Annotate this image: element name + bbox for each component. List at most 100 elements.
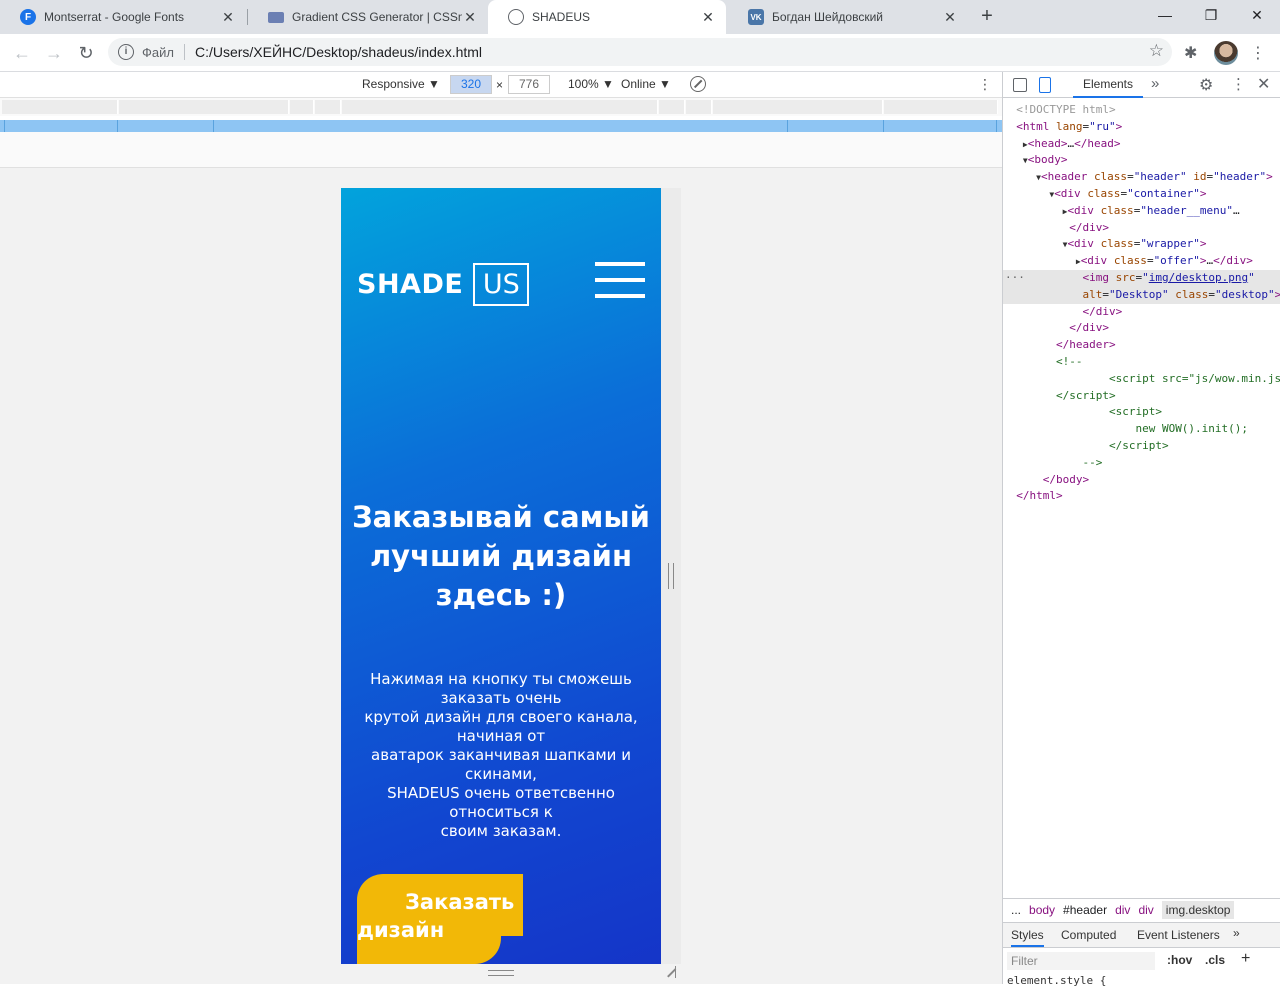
address-bar[interactable]: i Файл C:/Users/ХЕЙНС/Desktop/shadeus/in… <box>108 38 1172 66</box>
hamburger-menu-icon[interactable] <box>595 262 645 298</box>
bookmark-star-icon[interactable]: ☆ <box>1149 41 1164 61</box>
settings-gear-icon[interactable]: ⚙ <box>1199 75 1213 95</box>
forward-arrow-icon[interactable]: → <box>42 41 66 65</box>
tab-event-listeners[interactable]: Event Listeners <box>1137 928 1220 942</box>
tab-title: Gradient CSS Generator | CSSmat <box>292 10 462 24</box>
breadcrumb-item[interactable]: body <box>1029 903 1055 917</box>
google-fonts-icon: F <box>20 9 36 25</box>
chrome-menu-icon[interactable]: ⋮ <box>1250 43 1266 63</box>
dom-node[interactable]: </header> <box>1003 337 1280 354</box>
dom-node-selected[interactable]: ··· <img src="img/desktop.png" <box>1003 269 1280 287</box>
vk-icon: VK <box>748 9 764 25</box>
dom-node[interactable]: ▶<div class="offer">…</div> <box>1003 253 1280 270</box>
dom-node[interactable]: </body> <box>1003 472 1280 489</box>
dom-tree[interactable]: <!DOCTYPE html> <html lang="ru"> ▶<head>… <box>1003 102 1280 505</box>
close-tab-icon[interactable]: ✕ <box>462 9 478 26</box>
close-tab-icon[interactable]: ✕ <box>220 9 236 26</box>
logo-shade-text: SHADE <box>357 269 464 300</box>
description-line: начиная от <box>456 727 546 745</box>
close-devtools-icon[interactable]: ✕ <box>1257 74 1270 94</box>
hover-state-toggle[interactable]: :hov <box>1167 953 1192 967</box>
dom-node[interactable]: </script> <box>1003 388 1280 405</box>
breadcrumb-item-selected[interactable]: img.desktop <box>1161 900 1235 919</box>
mobile-viewport: SHADE US Заказывай самый лучший дизайн з… <box>341 188 661 964</box>
resize-handle-corner[interactable] <box>664 966 676 978</box>
minimize-button[interactable]: — <box>1142 0 1188 30</box>
network-throttle-dropdown[interactable]: Online ▼ <box>621 77 671 91</box>
media-query-highlight-bar[interactable] <box>0 120 1002 132</box>
dom-node[interactable]: <!-- <box>1003 354 1280 371</box>
dom-node[interactable]: ▼<div class="container"> <box>1003 186 1280 203</box>
tab-shadeus[interactable]: SHADEUS ✕ <box>488 0 726 34</box>
dom-node[interactable]: ▼<div class="wrapper"> <box>1003 236 1280 253</box>
devtools-menu-icon[interactable]: ⋮ <box>1231 75 1246 93</box>
styles-tabbar: Styles Computed Event Listeners » <box>1003 922 1280 948</box>
restore-button[interactable]: ❐ <box>1188 0 1234 30</box>
viewport-width-input[interactable]: 320 <box>450 75 492 94</box>
dom-node[interactable]: <script src="js/wow.min.js"> <box>1003 371 1280 388</box>
dom-node[interactable]: ▼<body> <box>1003 152 1280 169</box>
description-line: аватарок заканчивая шапками и <box>371 746 631 764</box>
dom-node[interactable]: </html> <box>1003 488 1280 505</box>
dom-node[interactable]: <html lang="ru"> <box>1003 119 1280 136</box>
site-logo[interactable]: SHADE US <box>357 263 530 306</box>
media-query-bar[interactable] <box>0 98 1002 116</box>
tab-strip: F Montserrat - Google Fonts ✕ Gradient C… <box>0 0 1280 34</box>
cta-label-line1: Заказать <box>405 890 515 914</box>
dom-node[interactable]: ▼<header class="header" id="header"> <box>1003 169 1280 186</box>
info-icon[interactable]: i <box>118 44 134 60</box>
more-tabs-icon[interactable]: » <box>1151 75 1159 92</box>
dom-node-selected[interactable]: alt="Desktop" class="desktop"> <box>1003 286 1280 304</box>
dimension-separator: × <box>496 78 504 92</box>
dom-node[interactable]: <script> <box>1003 404 1280 421</box>
viewport-height-input[interactable]: 776 <box>508 75 550 94</box>
cta-label-line2: дизайн <box>357 918 445 942</box>
dom-node[interactable]: </div> <box>1003 220 1280 237</box>
dom-node[interactable]: </div> <box>1003 304 1280 321</box>
browser-toolbar: ← → ↻ i Файл C:/Users/ХЕЙНС/Desktop/shad… <box>0 34 1280 72</box>
breadcrumb-item[interactable]: ... <box>1011 903 1021 917</box>
class-toggle[interactable]: .cls <box>1205 953 1225 967</box>
responsive-dropdown[interactable]: Responsive ▼ <box>362 77 440 91</box>
dom-node[interactable]: --> <box>1003 455 1280 472</box>
element-style-rule[interactable]: element.style { <box>1007 974 1106 987</box>
close-tab-icon[interactable]: ✕ <box>700 9 716 26</box>
tab-title: Montserrat - Google Fonts <box>44 10 185 24</box>
resize-handle-bottom[interactable] <box>488 970 514 976</box>
close-tab-icon[interactable]: ✕ <box>942 9 958 26</box>
styles-filter-input[interactable]: Filter <box>1007 952 1155 970</box>
extensions-puzzle-icon[interactable]: ✱ <box>1184 43 1197 63</box>
new-tab-button[interactable]: + <box>976 4 998 30</box>
breadcrumb-item[interactable]: div <box>1115 903 1130 917</box>
reload-icon[interactable]: ↻ <box>74 41 98 65</box>
dom-node[interactable]: </div> <box>1003 320 1280 337</box>
breadcrumb-item[interactable]: #header <box>1063 903 1107 917</box>
dom-node[interactable]: <!DOCTYPE html> <box>1003 102 1280 119</box>
breadcrumb-item[interactable]: div <box>1138 903 1153 917</box>
dom-node[interactable]: ▶<head>…</head> <box>1003 136 1280 153</box>
tab-gradient-generator[interactable]: Gradient CSS Generator | CSSmat ✕ <box>248 0 488 34</box>
more-style-tabs-icon[interactable]: » <box>1233 926 1240 940</box>
tab-vk[interactable]: VK Богдан Шейдовский ✕ <box>728 0 968 34</box>
dom-node[interactable]: new WOW().init(); <box>1003 421 1280 438</box>
device-toolbar-more-icon[interactable]: ⋮ <box>978 76 992 93</box>
omnibox-divider <box>183 44 185 60</box>
rotate-icon[interactable] <box>690 76 706 92</box>
tab-styles[interactable]: Styles <box>1011 928 1044 947</box>
tab-computed[interactable]: Computed <box>1061 928 1116 942</box>
back-arrow-icon[interactable]: ← <box>10 41 34 65</box>
inspect-element-icon[interactable] <box>1013 78 1027 92</box>
dom-node[interactable]: </script> <box>1003 438 1280 455</box>
tab-google-fonts[interactable]: F Montserrat - Google Fonts ✕ <box>0 0 246 34</box>
new-style-rule-icon[interactable]: + <box>1241 950 1250 968</box>
device-toggle-icon[interactable] <box>1039 77 1051 93</box>
profile-avatar[interactable] <box>1214 41 1238 65</box>
url-text[interactable]: C:/Users/ХЕЙНС/Desktop/shadeus/index.htm… <box>195 44 482 60</box>
dom-node[interactable]: ▶<div class="header__menu"… <box>1003 203 1280 220</box>
resize-handle-right[interactable] <box>668 563 674 589</box>
tab-elements[interactable]: Elements <box>1073 72 1143 98</box>
zoom-dropdown[interactable]: 100% ▼ <box>568 77 614 91</box>
dom-breadcrumb: ... body #header div div img.desktop <box>1003 898 1280 920</box>
order-design-button[interactable]: Заказать дизайн <box>357 874 523 964</box>
close-window-button[interactable]: ✕ <box>1234 0 1280 30</box>
